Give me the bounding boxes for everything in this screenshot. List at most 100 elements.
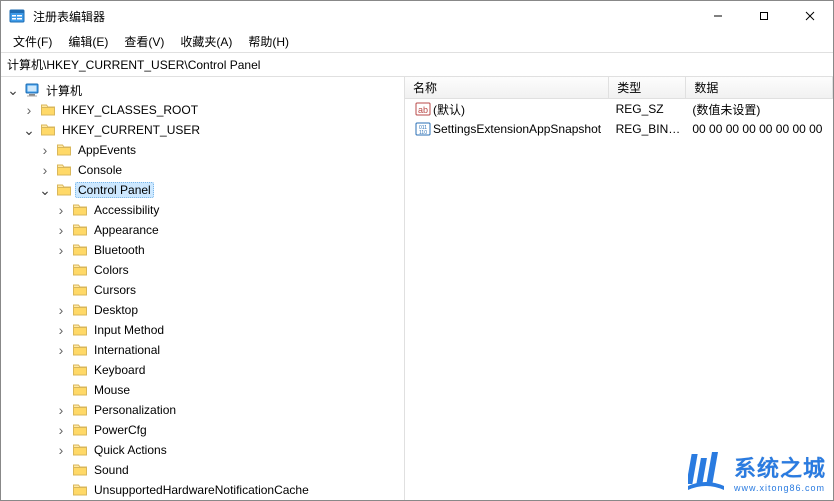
menu-file[interactable]: 文件(F) [5,31,60,52]
folder-icon [40,122,56,138]
tree-item[interactable]: Accessibility [1,200,404,220]
maximize-button[interactable] [741,1,787,31]
binary-value-icon [415,121,431,137]
tree-item[interactable]: Quick Actions [1,440,404,460]
expand-icon[interactable] [53,422,69,438]
menu-edit[interactable]: 编辑(E) [60,31,116,52]
tree-item-label[interactable]: Desktop [91,302,141,318]
tree-item-label[interactable]: Appearance [91,222,162,238]
tree-item[interactable]: Appearance [1,220,404,240]
folder-icon [72,382,88,398]
expand-icon[interactable] [53,322,69,338]
tree-item-label[interactable]: HKEY_CLASSES_ROOT [59,102,201,118]
tree-item-label[interactable]: Accessibility [91,202,162,218]
value-data: (数值未设置) [686,101,833,118]
tree-item-label[interactable]: AppEvents [75,142,139,158]
tree-item-label[interactable]: Cursors [91,282,139,298]
folder-icon [72,282,88,298]
tree-item-label[interactable]: Mouse [91,382,133,398]
menu-view[interactable]: 查看(V) [116,31,172,52]
tree-item[interactable]: PowerCfg [1,420,404,440]
minimize-button[interactable] [695,1,741,31]
expand-icon[interactable] [37,162,53,178]
expand-icon[interactable] [53,402,69,418]
list-header: 名称类型数据 [405,77,833,99]
value-row[interactable]: (默认)REG_SZ(数值未设置) [405,99,833,119]
tree-item-label[interactable]: Control Panel [75,182,154,198]
addressbar[interactable]: 计算机\HKEY_CURRENT_USER\Control Panel [1,53,833,77]
tree-item-label[interactable]: Colors [91,262,132,278]
tree-item[interactable]: Colors [1,260,404,280]
tree-panel[interactable]: 计算机 HKEY_CLASSES_ROOT HKEY_CURRENT_USER App… [1,77,405,500]
expand-icon[interactable] [53,242,69,258]
computer-icon [24,82,40,98]
tree-item[interactable]: 计算机 [1,80,404,100]
tree-item[interactable]: UnsupportedHardwareNotificationCache [1,480,404,500]
collapse-icon[interactable] [37,182,53,199]
tree-item-label[interactable]: Quick Actions [91,442,170,458]
value-row[interactable]: SettingsExtensionAppSnapshotREG_BINARY00… [405,119,833,139]
window-controls [695,1,833,31]
tree-item-label[interactable]: Input Method [91,322,167,338]
folder-icon [72,422,88,438]
tree-item[interactable]: Console [1,160,404,180]
column-header[interactable]: 名称 [405,77,609,98]
list-panel: 名称类型数据 (默认)REG_SZ(数值未设置)SettingsExtensio… [405,77,833,500]
value-type: REG_BINARY [610,122,687,136]
expand-icon[interactable] [53,442,69,458]
folder-icon [72,222,88,238]
window-title: 注册表编辑器 [33,8,695,25]
column-header[interactable]: 数据 [686,77,833,98]
folder-icon [40,102,56,118]
tree-item-label[interactable]: UnsupportedHardwareNotificationCache [91,482,312,498]
expand-icon[interactable] [53,202,69,218]
tree-item[interactable]: Control Panel [1,180,404,200]
tree-item-label[interactable]: Keyboard [91,362,148,378]
address-path[interactable]: 计算机\HKEY_CURRENT_USER\Control Panel [7,56,827,73]
list-body[interactable]: (默认)REG_SZ(数值未设置)SettingsExtensionAppSna… [405,99,833,500]
tree-item[interactable]: Sound [1,460,404,480]
folder-icon [72,482,88,498]
tree-item[interactable]: AppEvents [1,140,404,160]
titlebar[interactable]: 注册表编辑器 [1,1,833,31]
tree-item-label[interactable]: Console [75,162,125,178]
tree-item[interactable]: Bluetooth [1,240,404,260]
tree-item[interactable]: Input Method [1,320,404,340]
tree-item[interactable]: Personalization [1,400,404,420]
tree-item[interactable]: Cursors [1,280,404,300]
tree-item-label[interactable]: PowerCfg [91,422,150,438]
minimize-icon [713,11,723,21]
expand-icon[interactable] [53,342,69,358]
tree-item[interactable]: Mouse [1,380,404,400]
tree-item[interactable]: HKEY_CURRENT_USER [1,120,404,140]
collapse-icon[interactable] [21,122,37,139]
collapse-icon[interactable] [5,82,21,99]
tree-item[interactable]: Keyboard [1,360,404,380]
value-type: REG_SZ [610,102,687,116]
tree-item-label[interactable]: Personalization [91,402,179,418]
close-button[interactable] [787,1,833,31]
tree-item[interactable]: Desktop [1,300,404,320]
content-area: 计算机 HKEY_CLASSES_ROOT HKEY_CURRENT_USER App… [1,77,833,500]
tree-item[interactable]: HKEY_CLASSES_ROOT [1,100,404,120]
folder-icon [72,262,88,278]
folder-icon [56,162,72,178]
expand-icon[interactable] [53,302,69,318]
expand-icon[interactable] [21,102,37,118]
expand-icon[interactable] [37,142,53,158]
tree-item-label[interactable]: 计算机 [43,81,85,100]
tree-item-label[interactable]: Sound [91,462,132,478]
folder-icon [72,362,88,378]
tree-item-label[interactable]: Bluetooth [91,242,148,258]
menu-help[interactable]: 帮助(H) [240,31,297,52]
tree-item-label[interactable]: HKEY_CURRENT_USER [59,122,203,138]
tree-item[interactable]: International [1,340,404,360]
folder-icon [72,242,88,258]
folder-icon [72,402,88,418]
expand-icon[interactable] [53,222,69,238]
folder-icon [72,202,88,218]
menu-favorites[interactable]: 收藏夹(A) [172,31,240,52]
tree-item-label[interactable]: International [91,342,163,358]
folder-icon [56,182,72,198]
column-header[interactable]: 类型 [609,77,686,98]
